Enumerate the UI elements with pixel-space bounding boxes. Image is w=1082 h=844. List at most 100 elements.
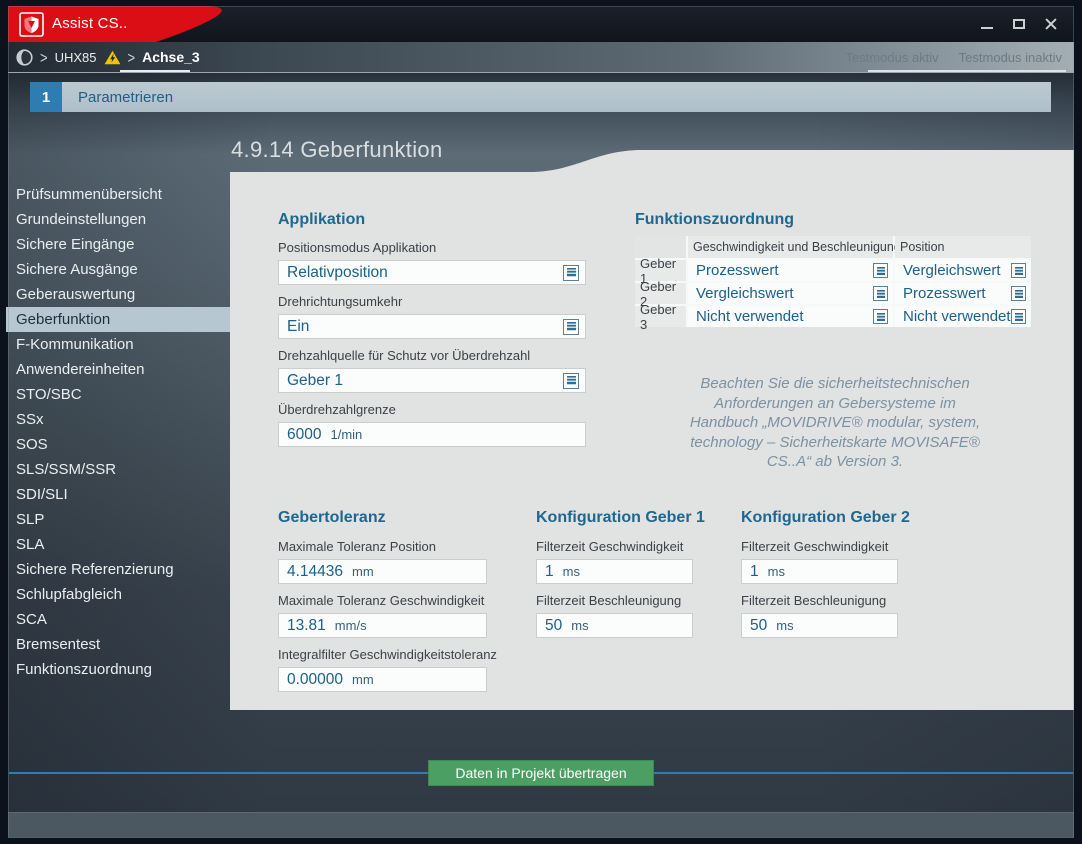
field-label: Filterzeit Geschwindigkeit: [741, 539, 898, 554]
field-toleranz-position: Maximale Toleranz Position 4.14436 mm: [278, 539, 487, 584]
sidebar-item-sca[interactable]: SCA: [6, 607, 233, 632]
sidebar-item-ssx[interactable]: SSx: [6, 407, 233, 432]
note-line: Anforderungen an Gebersysteme im: [635, 394, 1035, 414]
field-label: Drehzahlquelle für Schutz vor Überdrehza…: [278, 348, 586, 363]
sidebar-item-sto-sbc[interactable]: STO/SBC: [6, 382, 233, 407]
unit-label: ms: [776, 618, 793, 633]
column-header-position: Position: [895, 236, 1031, 258]
integralfilter-input[interactable]: 0.00000 mm: [278, 667, 487, 692]
field-geber1-filterzeit-geschwindigkeit: Filterzeit Geschwindigkeit 1 ms: [536, 539, 693, 584]
field-positionsmodus-applikation: Positionsmodus Applikation Relativpositi…: [278, 240, 586, 285]
geber2-filterzeit-beschleunigung-input[interactable]: 50 ms: [741, 613, 898, 638]
breadcrumb-chevron-icon: >: [128, 48, 136, 66]
ueberdrehzahlgrenze-input[interactable]: 6000 1/min: [278, 422, 586, 447]
dropdown-list-icon: [873, 263, 888, 278]
sidebar-item-pruefsummenuebersicht[interactable]: Prüfsummenübersicht: [6, 182, 233, 207]
dropdown-list-icon: [563, 373, 579, 389]
toleranz-position-input[interactable]: 4.14436 mm: [278, 559, 487, 584]
breadcrumb-item-achse3[interactable]: Achse_3: [142, 49, 200, 65]
unit-label: 1/min: [330, 427, 362, 442]
breadcrumb-item-uhx85[interactable]: UHX85: [55, 50, 97, 65]
section-heading-konfiguration-geber2: Konfiguration Geber 2: [741, 509, 910, 527]
status-bar: [8, 812, 1074, 838]
dropdown-list-icon: [1011, 286, 1026, 301]
geber2-speed-dropdown[interactable]: Vergleichswert: [688, 283, 893, 304]
step-parametrieren-header[interactable]: Parametrieren: [62, 82, 1051, 112]
sidebar-item-sos[interactable]: SOS: [6, 432, 233, 457]
safety-note: Beachten Sie die sicherheitstechnischen …: [635, 374, 1035, 472]
geber1-speed-dropdown[interactable]: Prozesswert: [688, 260, 893, 281]
sidebar-item-sdi-sli[interactable]: SDI/SLI: [6, 482, 233, 507]
sidebar-item-bremsentest[interactable]: Bremsentest: [6, 632, 233, 657]
testmodus-underline: [868, 70, 1066, 72]
field-label: Maximale Toleranz Position: [278, 539, 487, 554]
geber3-speed-dropdown[interactable]: Nicht verwendet: [688, 306, 893, 327]
sidebar-item-funktionszuordnung[interactable]: Funktionszuordnung: [6, 657, 233, 682]
app-logo-shield-icon: [19, 12, 44, 37]
dropdown-list-icon: [873, 309, 888, 324]
sidebar-item-grundeinstellungen[interactable]: Grundeinstellungen: [6, 207, 233, 232]
drehrichtungsumkehr-dropdown[interactable]: Ein: [278, 314, 586, 339]
testmodus-aktiv-button[interactable]: Testmodus aktiv: [845, 50, 938, 65]
row-label-geber3: Geber 3: [635, 306, 686, 327]
field-label: Positionsmodus Applikation: [278, 240, 586, 255]
field-geber1-filterzeit-beschleunigung: Filterzeit Beschleunigung 50 ms: [536, 593, 693, 638]
geber2-position-dropdown[interactable]: Prozesswert: [895, 283, 1031, 304]
maximize-button[interactable]: [1008, 13, 1030, 35]
geber3-position-dropdown[interactable]: Nicht verwendet: [895, 306, 1031, 327]
geber1-position-dropdown[interactable]: Vergleichswert: [895, 260, 1031, 281]
minimize-button[interactable]: [976, 13, 998, 35]
unit-label: ms: [571, 618, 588, 633]
testmodus-inaktiv-button[interactable]: Testmodus inaktiv: [959, 50, 1062, 65]
sidebar-item-slp[interactable]: SLP: [6, 507, 233, 532]
sidebar-nav: Prüfsummenübersicht Grundeinstellungen S…: [6, 182, 233, 682]
drehzahlquelle-dropdown[interactable]: Geber 1: [278, 368, 586, 393]
field-label: Maximale Toleranz Geschwindigkeit: [278, 593, 487, 608]
sidebar-item-schlupfabgleich[interactable]: Schlupfabgleich: [6, 582, 233, 607]
field-label: Filterzeit Beschleunigung: [536, 593, 693, 608]
column-header-speed: Geschwindigkeit und Beschleunigung: [688, 236, 893, 258]
breadcrumb-chevron-icon: >: [40, 48, 48, 66]
close-button[interactable]: [1040, 13, 1062, 35]
sidebar-item-geberauswertung[interactable]: Geberauswertung: [6, 282, 233, 307]
note-line: Handbuch „MOVIDRIVE® modular, system,: [635, 413, 1035, 433]
dropdown-list-icon: [873, 286, 888, 301]
unit-label: mm/s: [335, 618, 367, 633]
geber2-filterzeit-geschwindigkeit-input[interactable]: 1 ms: [741, 559, 898, 584]
geber1-filterzeit-beschleunigung-input[interactable]: 50 ms: [536, 613, 693, 638]
close-icon: [1044, 17, 1058, 31]
testmodus-controls: Testmodus aktiv Testmodus inaktiv: [845, 42, 1062, 72]
transfer-to-project-button[interactable]: Daten in Projekt übertragen: [428, 760, 654, 786]
dropdown-list-icon: [1011, 263, 1026, 278]
field-drehzahlquelle: Drehzahlquelle für Schutz vor Überdrehza…: [278, 348, 586, 393]
note-line: technology – Sicherheitskarte MOVISAFE®: [635, 433, 1035, 453]
app-title: Assist CS..: [52, 15, 128, 32]
note-line: Beachten Sie die sicherheitstechnischen: [635, 374, 1035, 394]
title-bar: Assist CS..: [8, 6, 1074, 42]
funktionszuordnung-table: Geschwindigkeit und Beschleunigung Posit…: [635, 236, 1031, 327]
field-label: Integralfilter Geschwindigkeitstoleranz: [278, 647, 487, 662]
sidebar-item-sla[interactable]: SLA: [6, 532, 233, 557]
minimize-icon: [981, 27, 993, 29]
active-crumb-underline: [120, 70, 190, 72]
toleranz-geschwindigkeit-input[interactable]: 13.81 mm/s: [278, 613, 487, 638]
sidebar-item-sichere-ausgaenge[interactable]: Sichere Ausgänge: [6, 257, 233, 282]
sidebar-item-f-kommunikation[interactable]: F-Kommunikation: [6, 332, 233, 357]
sidebar-item-sichere-referenzierung[interactable]: Sichere Referenzierung: [6, 557, 233, 582]
sidebar-item-geberfunktion[interactable]: Geberfunktion: [6, 307, 233, 332]
geber1-filterzeit-geschwindigkeit-input[interactable]: 1 ms: [536, 559, 693, 584]
note-line: CS..A“ ab Version 3.: [635, 452, 1035, 472]
dropdown-list-icon: [1011, 309, 1026, 324]
field-label: Überdrehzahlgrenze: [278, 402, 586, 417]
sidebar-item-sls-ssm-ssr[interactable]: SLS/SSM/SSR: [6, 457, 233, 482]
sidebar-item-sichere-eingaenge[interactable]: Sichere Eingänge: [6, 232, 233, 257]
field-toleranz-geschwindigkeit: Maximale Toleranz Geschwindigkeit 13.81 …: [278, 593, 487, 638]
field-drehrichtungsumkehr: Drehrichtungsumkehr Ein: [278, 294, 586, 339]
section-heading-gebertoleranz: Gebertoleranz: [278, 509, 386, 527]
breadcrumb: > UHX85 > Achse_3: [16, 42, 200, 72]
field-label: Filterzeit Geschwindigkeit: [536, 539, 693, 554]
sidebar-item-anwendereinheiten[interactable]: Anwendereinheiten: [6, 357, 233, 382]
positionsmodus-dropdown[interactable]: Relativposition: [278, 260, 586, 285]
window-controls: [976, 6, 1062, 42]
project-globe-icon[interactable]: [16, 49, 33, 66]
